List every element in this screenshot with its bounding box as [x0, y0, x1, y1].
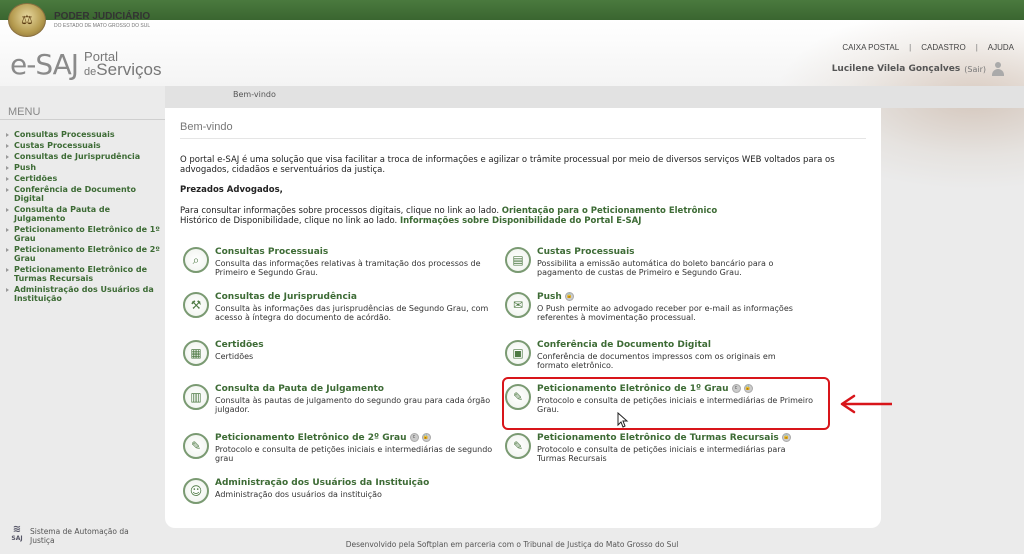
sidebar-item-push[interactable]: Push — [0, 163, 165, 172]
service-description: Certidões — [215, 352, 254, 361]
consult-text-2: Histórico de Disponibilidade, clique no … — [180, 216, 398, 226]
service-consultas-processuais[interactable]: ⌕ Consultas Processuais Consulta das inf… — [183, 247, 503, 277]
breadcrumb-current: Bem-vindo — [233, 90, 276, 99]
service-pauta-julgamento[interactable]: ▥ Consulta da Pauta de Julgamento Consul… — [183, 384, 503, 414]
service-title[interactable]: Peticionamento Eletrônico de 2º Grau — [215, 433, 407, 443]
sidebar-item-peticionamento-2-grau[interactable]: Peticionamento Eletrônico de 2º Grau — [0, 245, 165, 263]
brand-title: PODER JUDICIÁRIO — [54, 11, 151, 22]
mouse-cursor-icon — [617, 412, 629, 428]
esaj-logo-mark: e-SAJ — [10, 48, 79, 81]
intro-text: O portal e-SAJ é uma solução que visa fa… — [180, 155, 835, 175]
cadastro-link[interactable]: CADASTRO — [921, 43, 965, 52]
service-description: Consulta às informações das jurisprudênc… — [215, 304, 489, 322]
sidebar-item-pauta-julgamento[interactable]: Consulta da Pauta de Julgamento — [0, 205, 165, 223]
certificate-icon: ▦ — [183, 340, 209, 366]
title-divider — [180, 138, 866, 139]
page-title: Bem-vindo — [180, 121, 233, 133]
petition-icon: ✎ — [183, 433, 209, 459]
footer-credits: Desenvolvido pela Softplan em parceria c… — [345, 540, 679, 549]
consult-text-1: Para consultar informações sobre process… — [180, 206, 500, 216]
esaj-logo[interactable]: e-SAJ Portal deServiços — [10, 48, 161, 81]
sidebar-item-certidoes[interactable]: Certidões — [0, 174, 165, 183]
disponibilidade-portal-link[interactable]: Informações sobre Disponibilidade do Por… — [400, 216, 641, 226]
top-links: CAIXA POSTAL | CADASTRO | AJUDA — [842, 43, 1014, 52]
ajuda-link[interactable]: AJUDA — [988, 43, 1014, 52]
service-description: Conferência de documentos impressos com … — [537, 352, 776, 370]
lock-icon: 🔒 — [781, 433, 791, 442]
service-description: Protocolo e consulta de petições iniciai… — [537, 445, 786, 463]
lock-icon: 🔒 — [564, 292, 574, 301]
service-description: Consulta às pautas de julgamento do segu… — [215, 396, 491, 414]
user-name: Lucilene Vilela Gonçalves — [831, 64, 961, 74]
service-peticionamento-turmas[interactable]: ✎ Peticionamento Eletrônico de Turmas Re… — [505, 433, 805, 463]
service-conferencia-documento[interactable]: ▣ Conferência de Documento Digital Confe… — [505, 340, 805, 370]
sidebar-item-custas-processuais[interactable]: Custas Processuais — [0, 141, 165, 150]
service-peticionamento-2-grau[interactable]: ✎ Peticionamento Eletrônico de 2º Grau c 🔒… — [183, 433, 503, 463]
user-info: Lucilene Vilela Gonçalves (Sair) — [832, 62, 1004, 76]
service-title[interactable]: Consulta da Pauta de Julgamento — [215, 384, 503, 395]
logo-servicos-text: Serviços — [96, 60, 162, 79]
user-admin-icon: ☺ — [183, 478, 209, 504]
link-separator: | — [975, 43, 978, 52]
sidebar-item-consultas-processuais[interactable]: Consultas Processuais — [0, 130, 165, 139]
certificate-badge-icon: c — [409, 433, 419, 442]
breadcrumb: Bem-vindo — [165, 86, 1024, 108]
calendar-icon: ▥ — [183, 384, 209, 410]
document-check-icon: ▣ — [505, 340, 531, 366]
top-bar — [0, 0, 1024, 20]
service-description: Consulta das informações relativas à tra… — [215, 259, 481, 277]
logout-link[interactable]: (Sair) — [964, 65, 986, 74]
sidebar-item-peticionamento-1-grau[interactable]: Peticionamento Eletrônico de 1º Grau — [0, 225, 165, 243]
court-brand: ⚖ PODER JUDICIÁRIO DO ESTADO DE MATO GRO… — [8, 3, 150, 37]
petition-icon: ✎ — [505, 433, 531, 459]
orientacao-peticionamento-link[interactable]: Orientação para o Peticionamento Eletrôn… — [502, 206, 718, 216]
service-title[interactable]: Administração dos Usuários da Instituiçã… — [215, 478, 429, 489]
greeting: Prezados Advogados, — [180, 185, 283, 195]
sidebar: MENU Consultas Processuais Custas Proces… — [0, 100, 165, 305]
consult-info: Para consultar informações sobre process… — [180, 206, 870, 226]
menu-title: MENU — [0, 100, 165, 120]
brand-subtitle: DO ESTADO DE MATO GROSSO DO SUL — [54, 23, 151, 29]
service-description: Administração dos usuários da instituiçã… — [215, 490, 382, 499]
service-title[interactable]: Consultas Processuais — [215, 247, 503, 258]
service-custas-processuais[interactable]: ▤ Custas Processuais Possibilita a emiss… — [505, 247, 805, 277]
service-title[interactable]: Conferência de Documento Digital — [537, 340, 805, 351]
service-certidoes[interactable]: ▦ Certidões Certidões — [183, 340, 503, 366]
service-title[interactable]: Certidões — [215, 340, 264, 351]
push-icon: ✉ — [505, 292, 531, 318]
sidebar-item-peticionamento-turmas[interactable]: Peticionamento Eletrônico de Turmas Recu… — [0, 265, 165, 283]
service-description: Protocolo e consulta de petições iniciai… — [215, 445, 493, 463]
search-icon: ⌕ — [183, 247, 209, 273]
service-title[interactable]: Push — [537, 292, 562, 302]
service-description: Possibilita a emissão automática do bole… — [537, 259, 774, 277]
service-title[interactable]: Consultas de Jurisprudência — [215, 292, 503, 303]
service-description: O Push permite ao advogado receber por e… — [537, 304, 793, 322]
lock-icon: 🔒 — [421, 433, 431, 442]
gavel-icon: ⚒ — [183, 292, 209, 318]
service-administracao-usuarios[interactable]: ☺ Administração dos Usuários da Institui… — [183, 478, 503, 504]
logo-de-text: de — [84, 66, 97, 78]
court-crest-icon: ⚖ — [8, 3, 46, 37]
service-title[interactable]: Peticionamento Eletrônico de Turmas Recu… — [537, 433, 779, 443]
sidebar-item-administracao-usuarios[interactable]: Administração dos Usuários da Instituiçã… — [0, 285, 165, 303]
menu-list: Consultas Processuais Custas Processuais… — [0, 130, 165, 303]
service-title[interactable]: Custas Processuais — [537, 247, 805, 258]
caixa-postal-link[interactable]: CAIXA POSTAL — [842, 43, 899, 52]
user-icon — [992, 62, 1004, 76]
link-separator: | — [909, 43, 912, 52]
sidebar-item-consultas-jurisprudencia[interactable]: Consultas de Jurisprudência — [0, 152, 165, 161]
sidebar-item-conferencia-documento[interactable]: Conferência de Documento Digital — [0, 185, 165, 203]
highlight-box — [502, 377, 830, 430]
invoice-icon: ▤ — [505, 247, 531, 273]
red-arrow-icon — [840, 394, 892, 414]
service-consultas-jurisprudencia[interactable]: ⚒ Consultas de Jurisprudência Consulta à… — [183, 292, 503, 322]
service-push[interactable]: ✉ Push 🔒 O Push permite ao advogado receb… — [505, 292, 805, 322]
